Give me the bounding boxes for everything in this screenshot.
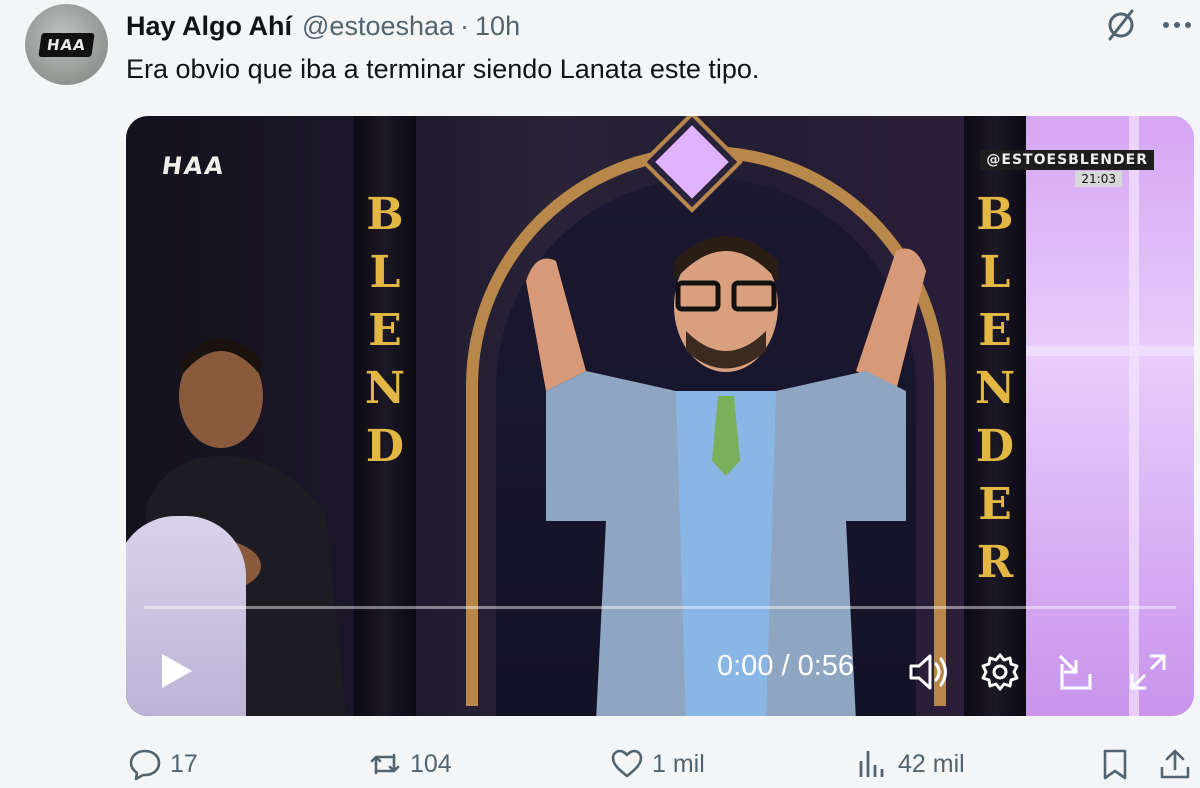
pillar-right-letter: B <box>976 189 1014 240</box>
stage-window-backdrop <box>1014 116 1194 716</box>
like-button[interactable]: 1 mil <box>610 740 705 788</box>
presenter-person <box>526 236 926 716</box>
views-button[interactable]: 42 mil <box>856 740 965 788</box>
pillar-left-letter: B <box>366 189 404 240</box>
like-icon <box>611 749 643 778</box>
time-readout: 0:00 / 0:56 <box>717 650 855 682</box>
pillar-right-letter: N <box>974 363 1016 414</box>
reply-button[interactable]: 17 <box>128 740 198 788</box>
video-logo: HAA <box>160 152 228 180</box>
tweet-text: Era obvio que iba a terminar siendo Lana… <box>126 54 760 84</box>
like-count: 1 mil <box>652 749 705 778</box>
play-button[interactable] <box>154 649 198 693</box>
views-icon <box>859 751 884 777</box>
video-player[interactable]: BLEND BLENDER HAA @ESTOESBLENDER 21:03 0… <box>126 116 1194 716</box>
share-icon <box>1160 749 1190 779</box>
watermark-time: 21:03 <box>1075 171 1122 187</box>
tweet-time[interactable]: 10h <box>475 11 520 42</box>
volume-icon <box>909 654 947 690</box>
settings-button[interactable] <box>978 650 1022 694</box>
settings-icon <box>981 653 1019 691</box>
user-handle[interactable]: @estoeshaa <box>302 11 454 42</box>
repost-count: 104 <box>410 749 452 778</box>
watermark: @ESTOESBLENDER <box>980 150 1154 170</box>
progress-bar[interactable] <box>144 606 1176 609</box>
share-button[interactable] <box>1158 740 1200 788</box>
pillar-right-letter: L <box>979 247 1011 298</box>
play-icon <box>162 654 192 688</box>
avatar-logo: HAA <box>38 32 95 57</box>
bookmark-button[interactable] <box>1098 740 1140 788</box>
header-separator: · <box>460 10 470 41</box>
pillar-right-letters: BLENDER <box>964 186 1026 592</box>
pillar-right: BLENDER <box>964 116 1026 716</box>
pillar-right-letter: D <box>975 421 1015 472</box>
fullscreen-icon <box>1130 654 1166 690</box>
pillar-right-letter: R <box>976 537 1014 588</box>
tweet-header: Hay Algo Ahí @estoeshaa · 10h <box>126 8 520 44</box>
action-bar: 17 104 1 mil 42 mil <box>0 740 1200 788</box>
repost-button[interactable]: 104 <box>368 740 452 788</box>
pillar-left-letter: L <box>369 247 401 298</box>
avatar[interactable]: HAA <box>25 4 108 85</box>
volume-button[interactable] <box>906 650 950 694</box>
view-count: 42 mil <box>898 749 965 778</box>
reply-icon <box>129 749 161 781</box>
pillar-right-letter: E <box>978 479 1012 530</box>
display-name[interactable]: Hay Algo Ahí <box>126 11 292 42</box>
more-icon[interactable] <box>1160 12 1194 38</box>
repost-icon <box>370 753 400 775</box>
reply-count: 17 <box>170 749 198 778</box>
pip-button[interactable] <box>1054 650 1098 694</box>
grok-icon[interactable] <box>1102 6 1140 44</box>
bookmark-icon <box>1103 749 1127 780</box>
fullscreen-button[interactable] <box>1126 650 1170 694</box>
pillar-right-letter: E <box>978 305 1012 356</box>
pip-icon <box>1058 654 1092 690</box>
